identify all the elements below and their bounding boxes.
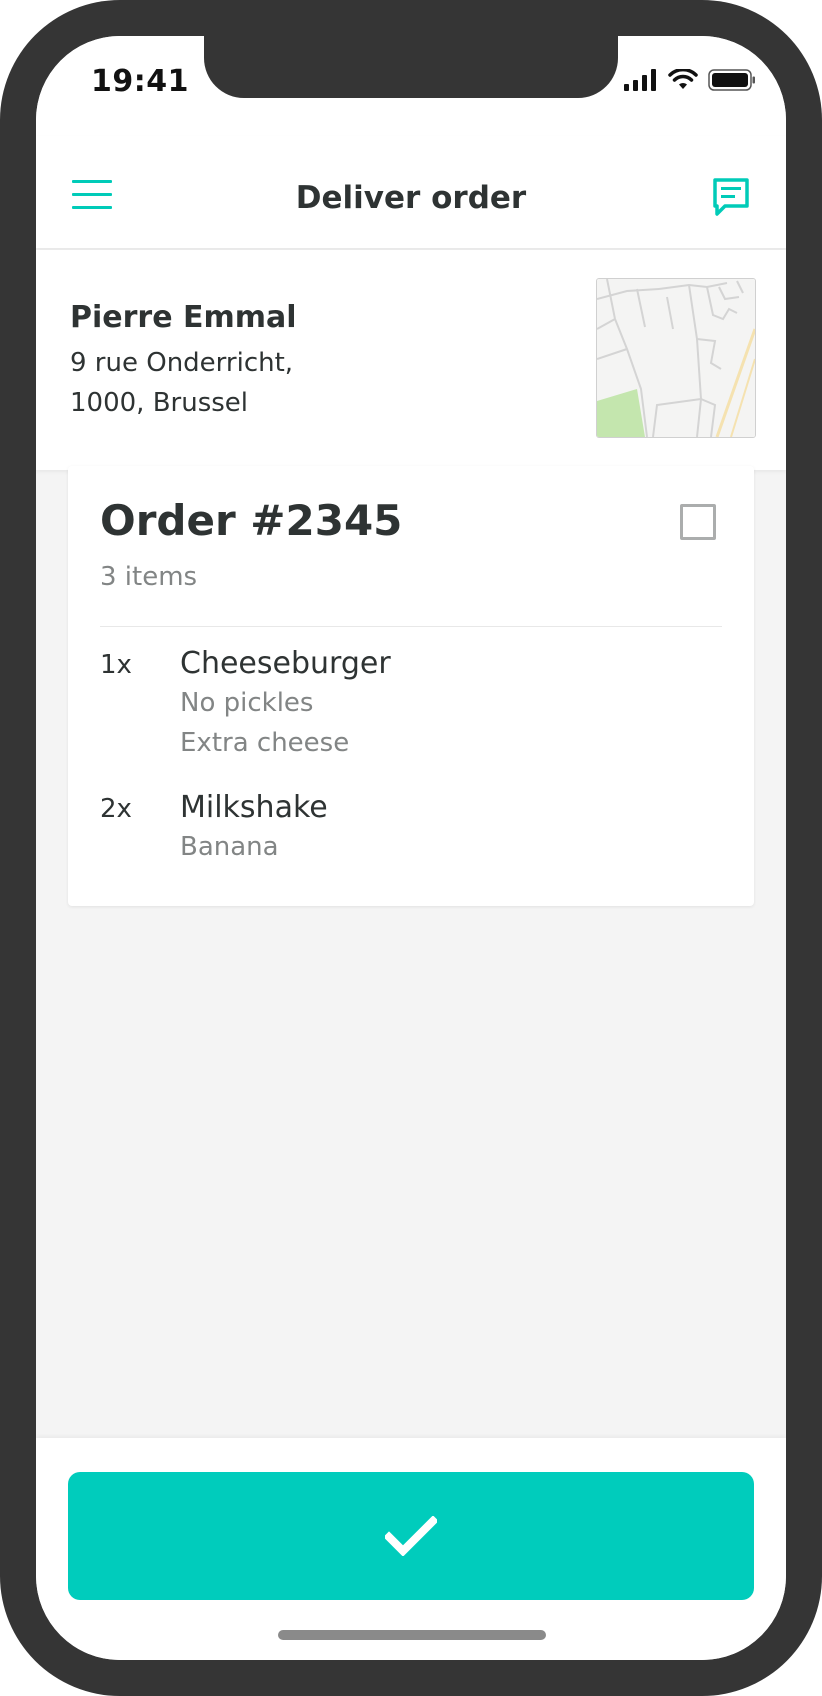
device-notch <box>204 36 618 98</box>
order-checkbox[interactable] <box>680 504 716 540</box>
page-title: Deliver order <box>295 180 527 216</box>
app-header: Deliver order <box>36 136 786 248</box>
customer-section: Pierre Emmal 9 rue Onderricht, 1000, Bru… <box>36 250 786 470</box>
item-quantity: 1x <box>100 650 132 680</box>
customer-name: Pierre Emmal <box>70 300 297 335</box>
wifi-icon <box>668 69 698 89</box>
item-note: Extra cheese <box>180 728 350 758</box>
confirm-delivery-button[interactable] <box>68 1472 754 1600</box>
order-item-count: 3 items <box>100 562 198 592</box>
status-bar: 19:41 <box>36 36 786 136</box>
card-divider <box>100 626 722 627</box>
bottom-action-bar <box>36 1438 786 1660</box>
checkmark-icon <box>385 1516 437 1556</box>
home-indicator[interactable] <box>278 1630 546 1640</box>
status-icons <box>624 69 756 91</box>
item-quantity: 2x <box>100 794 132 824</box>
customer-address-line1: 9 rue Onderricht, <box>70 348 294 378</box>
item-name: Milkshake <box>180 790 328 825</box>
customer-address-line2: 1000, Brussel <box>70 388 249 418</box>
chat-icon[interactable] <box>712 177 750 217</box>
map-thumbnail[interactable] <box>596 278 756 438</box>
order-card: Order #2345 3 items 1x Cheeseburger No p… <box>68 466 754 906</box>
item-note: No pickles <box>180 688 314 718</box>
item-name: Cheeseburger <box>180 646 391 681</box>
item-note: Banana <box>180 832 279 862</box>
order-title: Order #2345 <box>100 496 403 545</box>
status-time: 19:41 <box>91 64 189 99</box>
battery-icon <box>708 69 755 91</box>
device-frame: 19:41 Deliver order Pierre Emmal 9 rue O… <box>0 0 822 1696</box>
signal-icon <box>624 69 656 91</box>
screen: 19:41 Deliver order Pierre Emmal 9 rue O… <box>36 36 786 1660</box>
